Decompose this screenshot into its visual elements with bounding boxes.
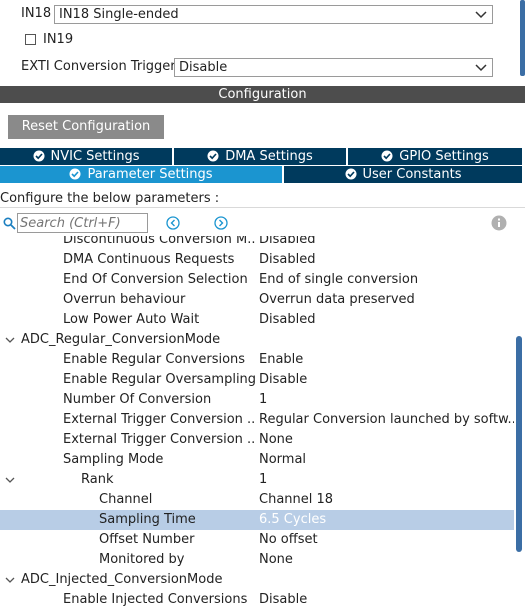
param-value: Channel 18 <box>259 492 334 507</box>
tree-row[interactable]: Overrun behaviour Overrun data preserved <box>0 290 514 310</box>
in18-select[interactable]: IN18 Single-ended <box>54 5 493 24</box>
param-value: Disable <box>259 372 308 387</box>
tab-dma-settings[interactable]: DMA Settings <box>174 148 346 165</box>
reset-configuration-label: Reset Configuration <box>21 119 151 134</box>
tree-row[interactable]: Channel Channel 18 <box>0 490 514 510</box>
param-name: Sampling Mode <box>63 452 164 467</box>
vertical-scrollbar-thumb[interactable] <box>516 336 522 552</box>
configuration-title: Configuration <box>218 87 307 102</box>
tab-label: GPIO Settings <box>399 149 489 164</box>
check-circle-icon <box>381 150 393 162</box>
param-value: None <box>259 552 293 567</box>
tab-user-constants[interactable]: User Constants <box>284 166 522 183</box>
group-name: ADC_Regular_ConversionMode <box>21 332 221 347</box>
param-value: Enable <box>259 352 304 367</box>
in19-label: IN19 <box>43 32 74 47</box>
chevron-down-icon <box>475 11 487 19</box>
param-name: Monitored by <box>99 552 185 567</box>
in18-label: IN18 <box>21 6 52 21</box>
tree-group-injected-conversion[interactable]: ADC_Injected_ConversionMode <box>0 570 514 590</box>
parameter-tree: Discontinuous Conversion M... Disabled D… <box>0 236 514 614</box>
param-value: 1 <box>259 472 268 487</box>
search-icon <box>3 217 16 230</box>
chevron-down-icon <box>475 64 487 72</box>
in18-select-value: IN18 Single-ended <box>59 7 179 22</box>
param-name: Sampling Time <box>99 512 196 527</box>
param-value: No offset <box>259 532 318 547</box>
tree-group-rank[interactable]: Rank 1 <box>0 470 514 490</box>
tab-label: Parameter Settings <box>87 167 213 182</box>
tree-row[interactable]: Offset Number No offset <box>0 530 514 550</box>
tree-row[interactable]: DMA Continuous Requests Disabled <box>0 250 514 270</box>
tree-row[interactable]: Discontinuous Conversion M... Disabled <box>0 236 514 250</box>
group-name: ADC_Injected_ConversionMode <box>21 572 223 587</box>
tab-nvic-settings[interactable]: NVIC Settings <box>0 148 172 165</box>
param-name: DMA Continuous Requests <box>63 252 235 267</box>
check-circle-icon <box>207 150 219 162</box>
in19-checkbox[interactable] <box>25 34 36 45</box>
tree-row[interactable]: Enable Regular Conversions Enable <box>0 350 514 370</box>
check-circle-icon <box>33 150 44 162</box>
search-input[interactable] <box>17 213 148 233</box>
param-name: Enable Injected Conversions <box>63 592 248 607</box>
tab-gpio-settings[interactable]: GPIO Settings <box>348 148 522 165</box>
tree-row-selected[interactable]: Sampling Time 6.5 Cycles <box>0 510 514 530</box>
exti-select[interactable]: Disable <box>174 58 493 77</box>
configuration-header: Configuration <box>0 86 525 103</box>
param-name: Rank <box>81 472 114 487</box>
tree-row[interactable]: Enable Injected Conversions Disable <box>0 590 514 610</box>
param-value: Disable <box>259 592 308 607</box>
param-name: Low Power Auto Wait <box>63 312 200 327</box>
tree-row[interactable]: External Trigger Conversion ... Regular … <box>0 410 514 430</box>
param-value: Overrun data preserved <box>259 292 415 307</box>
param-name: Enable Regular Oversampling <box>63 372 256 387</box>
chevron-down-icon[interactable] <box>5 335 15 345</box>
check-circle-icon <box>69 168 81 180</box>
tree-row[interactable]: Low Power Auto Wait Disabled <box>0 310 514 330</box>
tab-parameter-settings[interactable]: Parameter Settings <box>0 166 282 183</box>
param-name: End Of Conversion Selection <box>63 272 248 287</box>
param-value: None <box>259 432 293 447</box>
param-name: External Trigger Conversion ... <box>63 412 256 427</box>
param-name: Discontinuous Conversion M... <box>63 236 256 247</box>
info-icon[interactable] <box>491 215 507 231</box>
param-value: Normal <box>259 452 307 467</box>
tree-row[interactable]: Enable Regular Oversampling Disable <box>0 370 514 390</box>
reset-configuration-button[interactable]: Reset Configuration <box>8 115 164 139</box>
search-previous-icon[interactable] <box>166 216 180 230</box>
param-name: Overrun behaviour <box>63 292 186 307</box>
param-value: End of single conversion <box>259 272 419 287</box>
param-value: Disabled <box>259 252 316 267</box>
exti-label: EXTI Conversion Trigger <box>21 59 176 74</box>
param-name: External Trigger Conversion ... <box>63 432 256 447</box>
tree-row[interactable]: Monitored by None <box>0 550 514 570</box>
top-scrollbar[interactable] <box>520 0 525 76</box>
exti-select-value: Disable <box>179 60 228 75</box>
tab-label: NVIC Settings <box>50 149 140 164</box>
tree-row[interactable]: External Trigger Conversion ... None <box>0 430 514 450</box>
parameters-header-text: Configure the below parameters : <box>0 191 220 206</box>
param-value: Regular Conversion launched by softw... <box>259 412 514 427</box>
tree-row[interactable]: Sampling Mode Normal <box>0 450 514 470</box>
parameters-header: Configure the below parameters : <box>0 190 525 208</box>
param-name: Enable Regular Conversions <box>63 352 246 367</box>
search-next-icon[interactable] <box>214 216 228 230</box>
param-value: 6.5 Cycles <box>259 512 327 527</box>
tab-label: User Constants <box>362 167 462 182</box>
param-value: Disabled <box>259 236 316 247</box>
chevron-down-icon[interactable] <box>5 475 15 485</box>
param-name: Channel <box>99 492 153 507</box>
tree-group-regular-conversion[interactable]: ADC_Regular_ConversionMode <box>0 330 514 350</box>
check-circle-icon <box>345 168 356 180</box>
tree-row[interactable]: End Of Conversion Selection End of singl… <box>0 270 514 290</box>
param-name: Number Of Conversion <box>63 392 212 407</box>
param-value: 1 <box>259 392 268 407</box>
param-name: Offset Number <box>99 532 195 547</box>
chevron-down-icon[interactable] <box>5 575 15 585</box>
tab-label: DMA Settings <box>225 149 313 164</box>
param-value: Disabled <box>259 312 316 327</box>
tree-row[interactable]: Number Of Conversion 1 <box>0 390 514 410</box>
